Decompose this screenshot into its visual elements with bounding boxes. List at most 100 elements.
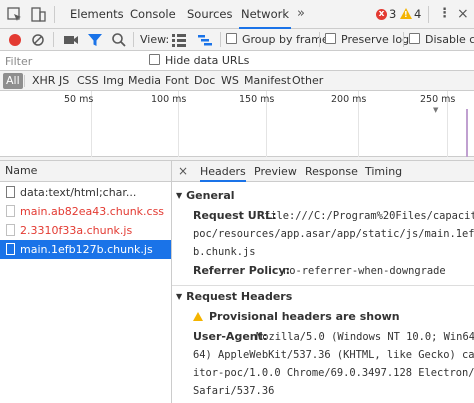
request-name: 2.3310f33a.chunk.js <box>20 224 133 237</box>
group-by-frame-label: Group by frame <box>242 33 329 46</box>
kebab-menu-icon[interactable]: ⋮ <box>438 0 451 29</box>
user-agent-value: 64) AppleWebKit/537.36 (KHTML, like Geck… <box>193 349 474 361</box>
toolbar-divider <box>54 6 55 23</box>
request-name: main.1efb127b.chunk.js <box>20 243 153 256</box>
disable-cache-checkbox[interactable]: Disable cac <box>409 29 474 51</box>
record-icon[interactable] <box>9 34 21 46</box>
checkbox-box[interactable] <box>325 33 336 44</box>
type-filter-ws[interactable]: WS <box>218 73 242 89</box>
filter-input[interactable] <box>3 53 131 69</box>
overview-load-marker <box>466 109 468 157</box>
tab-preview[interactable]: Preview <box>254 161 297 182</box>
request-row[interactable]: 2.3310f33a.chunk.js <box>0 221 171 240</box>
type-filter-divider <box>24 75 25 87</box>
type-filter-manifest[interactable]: Manifest <box>241 73 294 89</box>
checkbox-box[interactable] <box>226 33 237 44</box>
expand-triangle-icon: ▼ <box>176 191 183 200</box>
checkbox-box[interactable] <box>409 33 420 44</box>
request-url-value: poc/resources/app.asar/app/static/js/mai… <box>193 228 474 240</box>
toolbar-divider <box>53 32 54 47</box>
tab-elements[interactable]: Elements <box>68 0 126 29</box>
network-toolbar: View: Group by frame Preserve log Disabl… <box>0 29 474 51</box>
overview-tick-label: 250 ms <box>420 94 456 105</box>
request-headers-title: Request Headers <box>186 290 293 303</box>
tab-response[interactable]: Response <box>305 161 358 182</box>
large-rows-icon[interactable] <box>170 31 188 49</box>
type-filter-media[interactable]: Media <box>125 73 164 89</box>
request-row[interactable]: data:text/html;char... <box>0 183 171 202</box>
clear-icon[interactable] <box>29 31 47 49</box>
view-label: View: <box>140 33 170 46</box>
overview-tick-label: 100 ms <box>151 94 187 105</box>
type-filter-font[interactable]: Font <box>162 73 192 89</box>
device-toolbar-icon[interactable] <box>29 6 47 24</box>
request-row-selected[interactable]: main.1efb127b.chunk.js <box>0 240 171 259</box>
headers-panel: ▼ General Request URL: file:///C:/Program… <box>172 182 474 403</box>
more-tabs-icon[interactable]: » <box>297 0 305 29</box>
user-agent-value: Mozilla/5.0 (Windows NT 10.0; Win64; x <box>256 331 474 343</box>
request-url-value: file:///C:/Program%20Files/capacitor- <box>264 210 474 222</box>
hide-data-urls-checkbox[interactable]: Hide data URLs <box>149 51 249 71</box>
expand-triangle-icon: ▼ <box>176 292 183 301</box>
error-count[interactable]: 3 <box>389 7 396 21</box>
provisional-headers-notice: Provisional headers are shown <box>209 310 400 323</box>
overview-tick-label: 200 ms <box>331 94 367 105</box>
tab-sources[interactable]: Sources <box>185 0 235 29</box>
waterfall-overview-icon[interactable] <box>196 31 214 49</box>
overview-tick-label: 150 ms <box>239 94 275 105</box>
hide-data-urls-label: Hide data URLs <box>165 54 250 67</box>
filter-icon[interactable] <box>86 31 104 49</box>
referrer-policy-key: Referrer Policy: <box>193 264 290 277</box>
general-title: General <box>186 189 235 202</box>
filter-row: Hide data URLs <box>0 51 474 71</box>
tab-timing[interactable]: Timing <box>365 161 402 182</box>
request-row[interactable]: main.ab82ea43.chunk.css <box>0 202 171 221</box>
document-file-icon <box>6 186 15 198</box>
request-headers-section-header[interactable]: ▼ Request Headers <box>172 288 474 306</box>
preserve-log-label: Preserve log <box>341 33 410 46</box>
group-by-frame-checkbox[interactable]: Group by frame <box>226 29 329 51</box>
toolbar-divider <box>133 32 134 47</box>
tab-console[interactable]: Console <box>128 0 178 29</box>
network-overview[interactable]: 50 ms 100 ms 150 ms 200 ms 250 ms ▼ <box>0 91 474 157</box>
script-file-icon <box>6 224 15 236</box>
type-filter-doc[interactable]: Doc <box>191 73 218 89</box>
close-detail-icon[interactable]: × <box>178 161 188 182</box>
type-filter-js[interactable]: JS <box>56 73 72 89</box>
inspect-element-icon[interactable] <box>6 6 24 24</box>
video-capture-icon[interactable] <box>62 31 80 49</box>
type-filter-other[interactable]: Other <box>289 73 326 89</box>
tab-headers[interactable]: Headers <box>200 161 246 182</box>
overview-tick-label: 50 ms <box>64 94 94 105</box>
user-agent-value: Safari/537.36 <box>193 385 275 397</box>
name-column-header[interactable]: Name <box>0 161 172 182</box>
toolbar-divider <box>428 6 429 23</box>
overview-marker-icon: ▼ <box>433 106 439 114</box>
toolbar-divider <box>319 32 320 47</box>
type-filter-css[interactable]: CSS <box>74 73 102 89</box>
request-url-value: b.chunk.js <box>193 246 256 258</box>
error-icon: x <box>376 9 387 20</box>
request-list: data:text/html;char... main.ab82ea43.chu… <box>0 182 172 403</box>
detail-tabs: × Headers Preview Response Timing <box>172 161 474 182</box>
type-filter-xhr[interactable]: XHR <box>29 73 58 89</box>
tab-network[interactable]: Network <box>239 0 292 29</box>
close-devtools-icon[interactable]: × <box>457 0 469 29</box>
stylesheet-file-icon <box>6 205 15 217</box>
disable-cache-label: Disable cac <box>425 33 474 46</box>
search-icon[interactable] <box>110 31 128 49</box>
type-filter-all[interactable]: All <box>3 73 23 89</box>
preserve-log-checkbox[interactable]: Preserve log <box>325 29 409 51</box>
warning-icon <box>193 312 203 321</box>
warning-glyph: ! <box>404 10 408 19</box>
devtools-toolbar: Elements Console Sources Network » x 3 !… <box>0 0 474 29</box>
request-name: data:text/html;char... <box>20 186 137 199</box>
resource-type-filters: All XHR JS CSS Img Media Font Doc WS Man… <box>0 71 474 91</box>
type-filter-img[interactable]: Img <box>100 73 127 89</box>
warning-count[interactable]: 4 <box>414 7 421 21</box>
general-section-header[interactable]: ▼ General <box>172 187 474 205</box>
toolbar-divider <box>220 32 221 47</box>
request-name: main.ab82ea43.chunk.css <box>20 205 165 218</box>
user-agent-value: itor-poc/1.0.0 Chrome/69.0.3497.128 Elec… <box>193 367 474 379</box>
checkbox-box[interactable] <box>149 54 160 65</box>
